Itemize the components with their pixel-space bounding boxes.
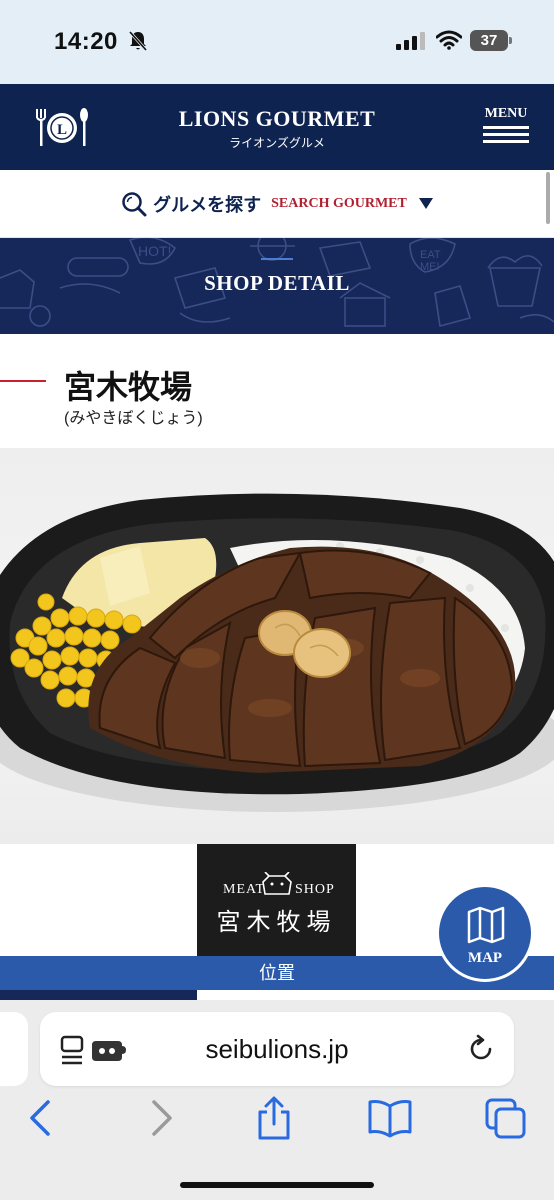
hamburger-line	[483, 140, 529, 143]
home-indicator	[180, 1182, 374, 1188]
banner-title: SHOP DETAIL	[204, 271, 350, 295]
search-label-jp: グルメを探す	[153, 194, 262, 215]
chevron-down-icon	[418, 198, 433, 209]
bookmarks-icon[interactable]	[366, 1096, 414, 1140]
shop-detail-banner: HOT! EAT ME! SHOP DETAIL	[0, 238, 554, 334]
logo-text-shop: SHOP	[295, 882, 335, 897]
shop-name-kana: (みやきぼくじょう)	[64, 410, 203, 427]
menu-label: MENU	[484, 106, 528, 121]
location-tab-marker	[0, 990, 197, 1000]
battery-indicator: 37	[470, 30, 512, 51]
cellular-signal-icon	[396, 32, 425, 50]
search-icon	[122, 191, 147, 216]
brand-title[interactable]: LIONS GOURMET	[0, 106, 554, 132]
status-bar: 14:20 37	[0, 0, 554, 84]
tabs-icon[interactable]	[484, 1096, 528, 1140]
shop-food-photo	[0, 448, 554, 844]
map-label: MAP	[467, 950, 503, 966]
bell-slash-icon	[128, 31, 148, 51]
back-icon[interactable]	[26, 1096, 56, 1140]
menu-button[interactable]: MENU	[480, 106, 532, 150]
scroll-indicator	[546, 172, 550, 224]
share-icon[interactable]	[254, 1096, 294, 1140]
status-time: 14:20	[54, 28, 118, 55]
cow-icon	[262, 872, 292, 895]
forward-icon[interactable]	[146, 1096, 176, 1140]
map-button[interactable]: MAP	[436, 884, 534, 982]
search-gourmet-toggle[interactable]: グルメを探す SEARCH GOURMET	[0, 170, 554, 238]
logo-shop-name: 宮木牧場	[216, 908, 337, 936]
map-icon	[467, 906, 505, 944]
banner-accent-line	[261, 258, 293, 260]
hamburger-icon	[483, 126, 529, 129]
wifi-icon	[436, 30, 462, 50]
svg-text:HOT!: HOT!	[138, 243, 171, 259]
steak-bento-image	[0, 493, 554, 812]
search-label-en: SEARCH GOURMET	[271, 195, 407, 211]
brand-subtitle: ライオンズグルメ	[229, 136, 325, 150]
hamburger-line	[483, 133, 529, 136]
reload-icon[interactable]	[466, 1034, 496, 1064]
title-accent-line	[0, 380, 46, 382]
shop-name: 宮木牧場	[64, 369, 193, 405]
shop-logo: MEAT SHOP 宮木牧場	[197, 844, 356, 956]
svg-text:EAT: EAT	[420, 249, 441, 261]
